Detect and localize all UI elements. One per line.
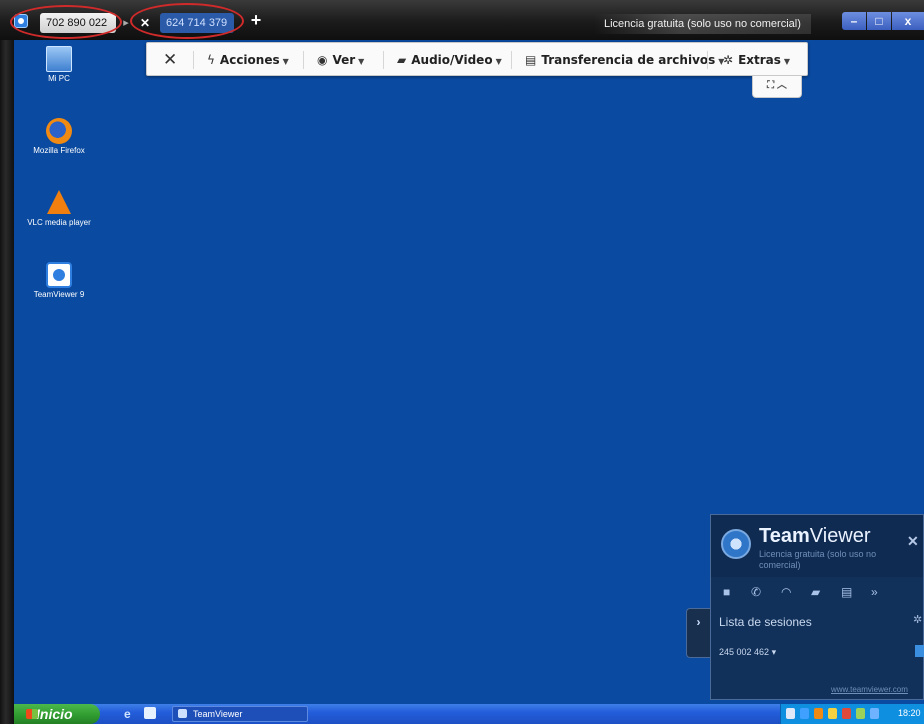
desktop-icon-label: VLC media player — [27, 218, 91, 227]
annotation-circle-tab-2 — [130, 3, 244, 39]
tv-title-bold: Team — [759, 525, 810, 547]
shield-icon[interactable] — [828, 708, 837, 719]
chat-bubbles-icon: ▰ — [397, 53, 407, 67]
toolbar-divider — [193, 51, 194, 69]
toolbar-divider — [707, 51, 708, 69]
menu-acciones-label: Acciones — [219, 53, 280, 67]
tv-panel-title: TeamViewer — [759, 525, 871, 548]
desktop-icon-label: TeamViewer 9 — [33, 290, 85, 299]
show-desktop-icon[interactable] — [144, 707, 156, 719]
tv-title-light: Viewer — [809, 525, 871, 547]
toolbar-divider — [383, 51, 384, 69]
session-tab-bar: 702 890 022 ▸ ✕ 624 714 379 + Licencia g… — [0, 0, 924, 40]
vlc-cone-icon — [47, 190, 71, 214]
desktop-icon-label: Mozilla Firefox — [33, 146, 85, 155]
tv-action-icons: ■ ✆ ◠ ▰ ▤ » — [711, 581, 923, 607]
toolbar-divider — [303, 51, 304, 69]
computer-icon — [46, 46, 72, 72]
lightning-icon: ϟ — [207, 53, 215, 67]
fullscreen-icon[interactable]: ⛶ — [767, 80, 774, 91]
file-transfer-icon: ▤ — [525, 53, 537, 67]
files-icon[interactable]: ▤ — [841, 585, 852, 599]
desktop-icon-label: Mi PC — [48, 74, 70, 83]
menu-audio-video-label: Audio/Video — [411, 53, 493, 67]
network-icon[interactable] — [800, 708, 809, 719]
menu-audio-video[interactable]: ▰ Audio/Video ▼ — [397, 43, 502, 77]
desktop-icon-mi-pc[interactable]: Mi PC — [24, 46, 94, 84]
phone-icon[interactable]: ✆ — [751, 585, 761, 599]
teamviewer-tray-icon[interactable] — [870, 708, 879, 719]
panel-toggle-tab[interactable]: › — [686, 608, 710, 658]
session-status-badge — [915, 645, 924, 657]
taskbar-item-teamviewer[interactable]: TeamViewer — [172, 706, 308, 722]
menu-ver-label: Ver — [332, 53, 356, 67]
close-icon[interactable]: ✕ — [907, 533, 919, 550]
caret-down-icon: ▼ — [783, 57, 791, 66]
keyboard-icon[interactable] — [786, 708, 795, 719]
more-icon[interactable]: » — [871, 585, 878, 599]
close-window-button[interactable]: x — [892, 12, 924, 30]
teamviewer-session-panel: TeamViewer Licencia gratuita (solo uso n… — [710, 514, 924, 700]
security-icon[interactable] — [814, 708, 823, 719]
caret-down-icon: ▾ — [771, 647, 777, 657]
internet-explorer-icon[interactable]: e — [124, 707, 131, 721]
remote-control-toolbar: ✕ ϟ Acciones ▼ ◉ Ver ▼ ▰ Audio/Video ▼ ▤ Transf… — [146, 42, 808, 76]
desktop-icon-firefox[interactable]: Mozilla Firefox — [24, 118, 94, 156]
session-entry[interactable]: 245 002 462 ▾ — [719, 647, 776, 658]
firefox-icon — [46, 118, 72, 144]
annotation-circle-tab-1 — [10, 5, 122, 39]
menu-extras[interactable]: ✲ Extras ▼ — [723, 43, 790, 77]
session-id: 245 002 462 — [719, 647, 770, 657]
headset-icon[interactable]: ◠ — [781, 585, 791, 599]
caret-down-icon: ▼ — [358, 57, 365, 66]
close-session-icon[interactable]: ✕ — [163, 43, 177, 77]
window-left-edge — [0, 0, 14, 724]
menu-transferencia[interactable]: ▤ Transferencia de archivos ▼ — [525, 43, 724, 77]
minimize-button[interactable]: – — [842, 12, 866, 30]
session-list-label[interactable]: Lista de sesiones — [719, 615, 812, 629]
teamviewer-icon — [178, 709, 187, 718]
clock: 18:20 — [898, 708, 921, 718]
volume-icon[interactable] — [856, 708, 865, 719]
alert-icon[interactable] — [842, 708, 851, 719]
caret-down-icon: ▼ — [495, 57, 502, 66]
toolbar-divider — [511, 51, 512, 69]
menu-extras-label: Extras — [738, 53, 781, 67]
toolbar-collapse-tab[interactable]: ⛶ ︿ — [752, 76, 802, 98]
desktop-icon-vlc[interactable]: VLC media player — [24, 190, 94, 228]
tv-license-subtitle: Licencia gratuita (solo uso no comercial… — [759, 549, 877, 570]
maximize-button[interactable]: □ — [867, 12, 891, 30]
desktop-icon-teamviewer[interactable]: TeamViewer 9 — [24, 262, 94, 300]
new-tab-button[interactable]: + — [246, 10, 266, 30]
license-notice: Licencia gratuita (solo uso no comercial… — [594, 14, 811, 34]
teamviewer-icon — [46, 262, 72, 288]
menu-ver[interactable]: ◉ Ver ▼ — [317, 43, 364, 77]
caret-down-icon: ▼ — [282, 57, 289, 66]
sparkle-icon: ✲ — [723, 53, 734, 67]
chat-icon[interactable]: ▰ — [811, 585, 820, 599]
teamviewer-logo-icon — [721, 529, 751, 559]
menu-acciones[interactable]: ϟ Acciones ▼ — [207, 43, 289, 77]
gear-icon[interactable]: ✲ — [913, 613, 922, 626]
windows-flag-icon — [26, 709, 38, 719]
menu-transferencia-label: Transferencia de archivos — [541, 53, 716, 67]
tv-panel-header: TeamViewer Licencia gratuita (solo uso n… — [711, 515, 923, 577]
eye-icon: ◉ — [317, 53, 328, 67]
teamviewer-link[interactable]: www.teamviewer.com — [831, 685, 908, 694]
chevron-up-icon[interactable]: ︿ — [777, 80, 787, 91]
video-icon[interactable]: ■ — [723, 585, 730, 599]
